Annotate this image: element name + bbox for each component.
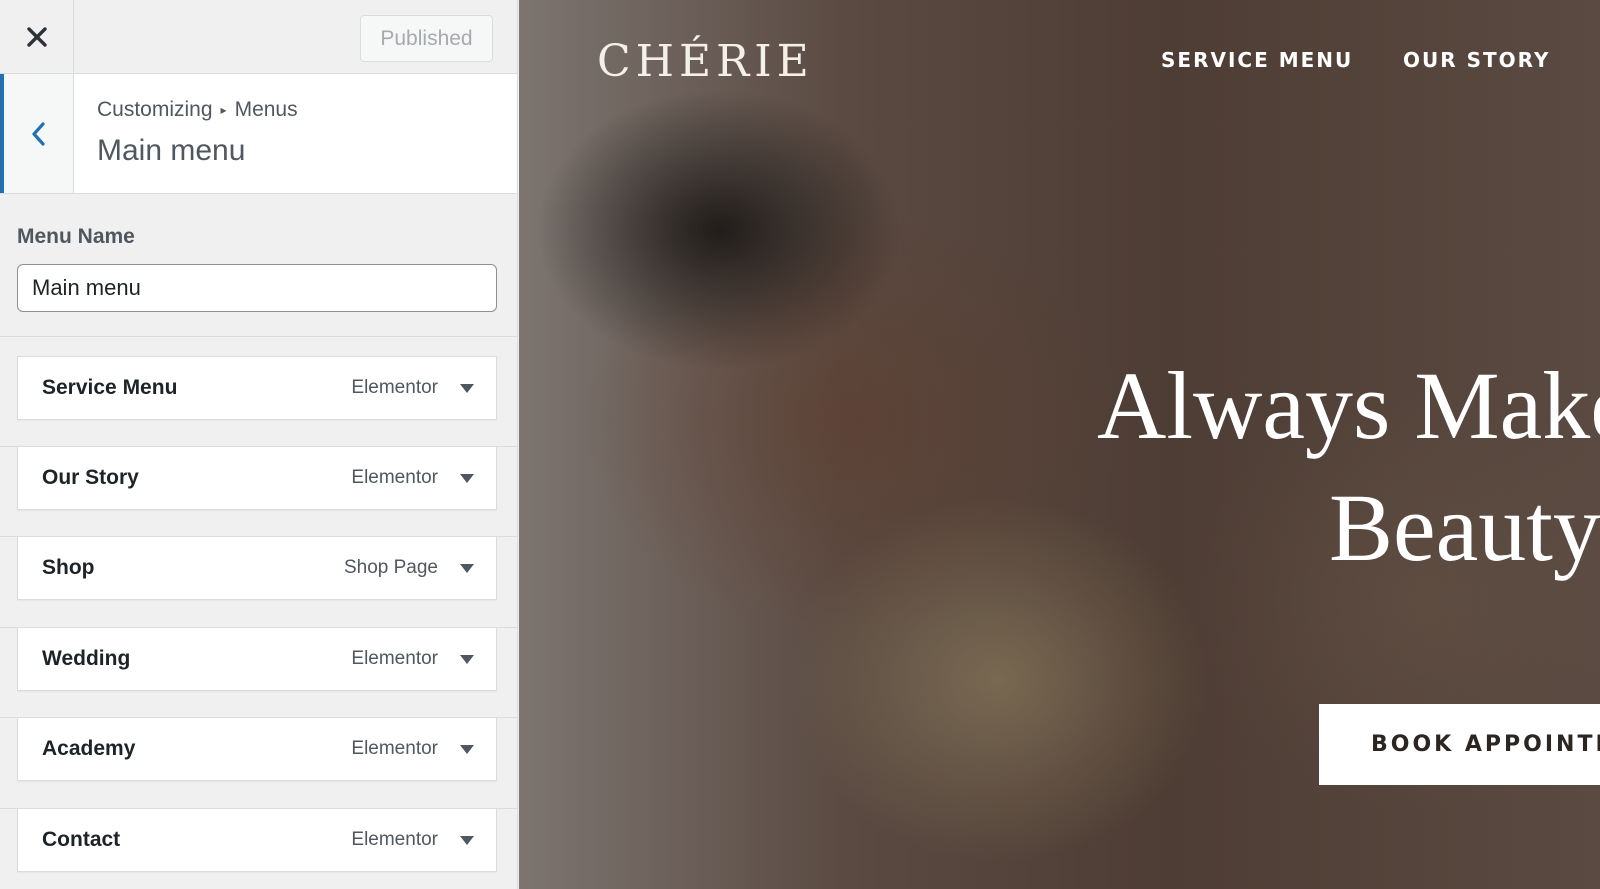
menu-item-title: Our Story xyxy=(42,466,139,489)
menu-item-contact[interactable]: Contact Elementor xyxy=(17,808,497,872)
triangle-down-icon xyxy=(460,383,474,393)
menu-item-type: Shop Page xyxy=(343,557,438,578)
breadcrumb-separator-icon: ▸ xyxy=(220,103,227,117)
hero-heading-line-2: Beauty xyxy=(1329,474,1600,581)
menu-item-title: Contact xyxy=(42,828,121,851)
menu-item-title: Shop xyxy=(42,556,95,579)
chevron-left-icon xyxy=(31,121,45,146)
expand-toggle[interactable] xyxy=(454,537,480,599)
menu-name-label: Menu Name xyxy=(17,225,135,248)
breadcrumb: Customizing ▸ Menus xyxy=(97,98,298,122)
menu-item-type: Elementor xyxy=(351,467,438,488)
menu-item-type: Elementor xyxy=(351,377,438,398)
book-appointment-button[interactable]: BOOK APPOINTME xyxy=(1319,704,1600,785)
menu-item-academy[interactable]: Academy Elementor xyxy=(17,717,497,781)
hero-heading-line-1: Always Make xyxy=(1097,352,1600,459)
close-button[interactable] xyxy=(0,0,74,74)
menu-item-title: Academy xyxy=(42,737,136,760)
triangle-down-icon xyxy=(460,563,474,573)
divider xyxy=(0,336,517,337)
menu-item-title: Wedding xyxy=(42,647,131,670)
triangle-down-icon xyxy=(460,473,474,483)
expand-toggle[interactable] xyxy=(454,628,480,690)
triangle-down-icon xyxy=(460,744,474,754)
menu-item-our-story[interactable]: Our Story Elementor xyxy=(17,446,497,510)
expand-toggle[interactable] xyxy=(454,809,480,871)
menu-item-type: Elementor xyxy=(351,648,438,669)
triangle-down-icon xyxy=(460,835,474,845)
triangle-down-icon xyxy=(460,654,474,664)
site-preview: CHÉRIE SERVICE MENU OUR STORY Always Mak… xyxy=(519,0,1600,889)
section-title: Main menu xyxy=(97,134,246,167)
menu-item-type: Elementor xyxy=(351,738,438,759)
breadcrumb-current: Menus xyxy=(234,98,298,121)
customizer-sidebar: Published Customizing ▸ Menus Main menu … xyxy=(0,0,518,889)
close-icon xyxy=(26,27,47,47)
menu-item-shop[interactable]: Shop Shop Page xyxy=(17,536,497,600)
nav-link-our-story[interactable]: OUR STORY xyxy=(1403,48,1550,72)
section-header: Customizing ▸ Menus Main menu xyxy=(0,74,517,194)
expand-toggle[interactable] xyxy=(454,357,480,419)
back-button[interactable] xyxy=(0,74,74,193)
menu-item-title: Service Menu xyxy=(42,376,178,399)
site-logo[interactable]: CHÉRIE xyxy=(597,36,814,87)
published-button[interactable]: Published xyxy=(360,15,493,62)
customizer-topbar: Published xyxy=(0,0,517,74)
menu-name-input[interactable] xyxy=(17,264,497,312)
nav-link-service-menu[interactable]: SERVICE MENU xyxy=(1161,48,1353,72)
menu-item-type: Elementor xyxy=(351,829,438,850)
breadcrumb-parent: Customizing xyxy=(97,98,213,121)
menu-item-wedding[interactable]: Wedding Elementor xyxy=(17,627,497,691)
expand-toggle[interactable] xyxy=(454,718,480,780)
menu-item-service-menu[interactable]: Service Menu Elementor xyxy=(17,356,497,420)
expand-toggle[interactable] xyxy=(454,447,480,509)
